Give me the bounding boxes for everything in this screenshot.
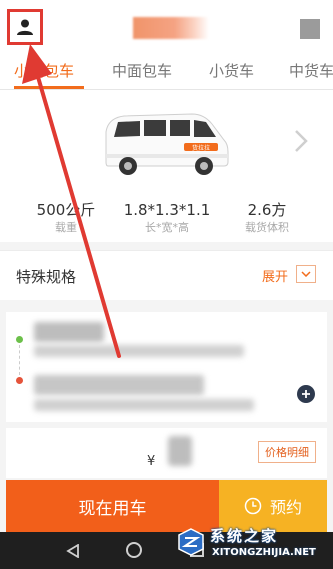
tab-small-van[interactable]: 小面包车	[14, 60, 74, 81]
spec-volume: 2.6方 载货体积	[232, 200, 302, 235]
back-triangle-icon[interactable]	[66, 544, 80, 558]
spec-dimensions-value: 1.8*1.3*1.1	[123, 201, 211, 219]
active-tab-indicator	[14, 86, 84, 89]
spec-weight: 500公斤 载重	[28, 200, 104, 235]
watermark-text: 系统之家	[210, 527, 279, 545]
van-image: 货拉拉	[105, 113, 229, 175]
tab-medium-van[interactable]: 中面包车	[112, 60, 172, 81]
screen: 小面包车 中面包车 小货车 中货车 货拉拉 500公斤 载重 1.8*1.3*1…	[0, 0, 333, 569]
price-value-blur	[168, 436, 192, 466]
route-dash-line	[19, 345, 20, 375]
site-watermark: 系统之家 XITONGZHIJIA.NET	[172, 523, 330, 567]
pickup-detail-blur	[34, 345, 244, 357]
tab-medium-truck[interactable]: 中货车	[289, 60, 333, 81]
add-stop-button[interactable]	[297, 385, 315, 403]
special-spec-title: 特殊规格	[16, 268, 77, 286]
pickup-dot-icon	[16, 336, 23, 343]
price-detail-button[interactable]: 价格明细	[258, 441, 316, 463]
vehicle-card: 货拉拉 500公斤 载重 1.8*1.3*1.1 长*宽*高 2.6方 载货体积	[0, 90, 333, 242]
spec-dimensions: 1.8*1.3*1.1 长*宽*高	[114, 200, 220, 235]
spec-volume-label: 载货体积	[245, 221, 289, 234]
user-profile-button[interactable]	[7, 9, 43, 45]
blurred-app-logo	[133, 17, 209, 39]
address-panel	[6, 312, 327, 422]
pickup-address-blur[interactable]	[34, 322, 104, 342]
watermark-logo-icon	[178, 528, 204, 556]
clock-icon	[244, 497, 262, 515]
chevron-down-icon[interactable]	[296, 265, 316, 283]
spec-weight-value: 500公斤	[36, 201, 96, 219]
watermark-url: XITONGZHIJIA.NET	[212, 547, 316, 558]
person-icon	[17, 19, 33, 35]
tab-small-truck[interactable]: 小货车	[209, 60, 254, 81]
van-badge-text: 货拉拉	[192, 144, 210, 152]
price-currency: ¥	[147, 454, 156, 469]
dropoff-dot-icon	[16, 377, 23, 384]
spec-dimensions-label: 长*宽*高	[145, 221, 189, 234]
dropoff-detail-blur	[34, 399, 254, 411]
app-header	[0, 0, 333, 52]
price-panel: ¥ 价格明细	[6, 428, 327, 478]
reserve-label: 预约	[269, 498, 302, 517]
home-circle-icon[interactable]	[126, 542, 142, 558]
spec-volume-value: 2.6方	[247, 201, 287, 219]
plus-icon	[302, 390, 310, 398]
dropoff-address-blur[interactable]	[34, 375, 204, 395]
next-vehicle-chevron-icon[interactable]	[292, 128, 310, 154]
expand-link[interactable]: 展开	[262, 266, 288, 285]
vehicle-type-tabs: 小面包车 中面包车 小货车 中货车	[0, 52, 333, 90]
special-spec-row[interactable]: 特殊规格 展开	[0, 250, 333, 300]
spec-weight-label: 载重	[55, 221, 77, 234]
header-corner-icon[interactable]	[300, 19, 320, 39]
